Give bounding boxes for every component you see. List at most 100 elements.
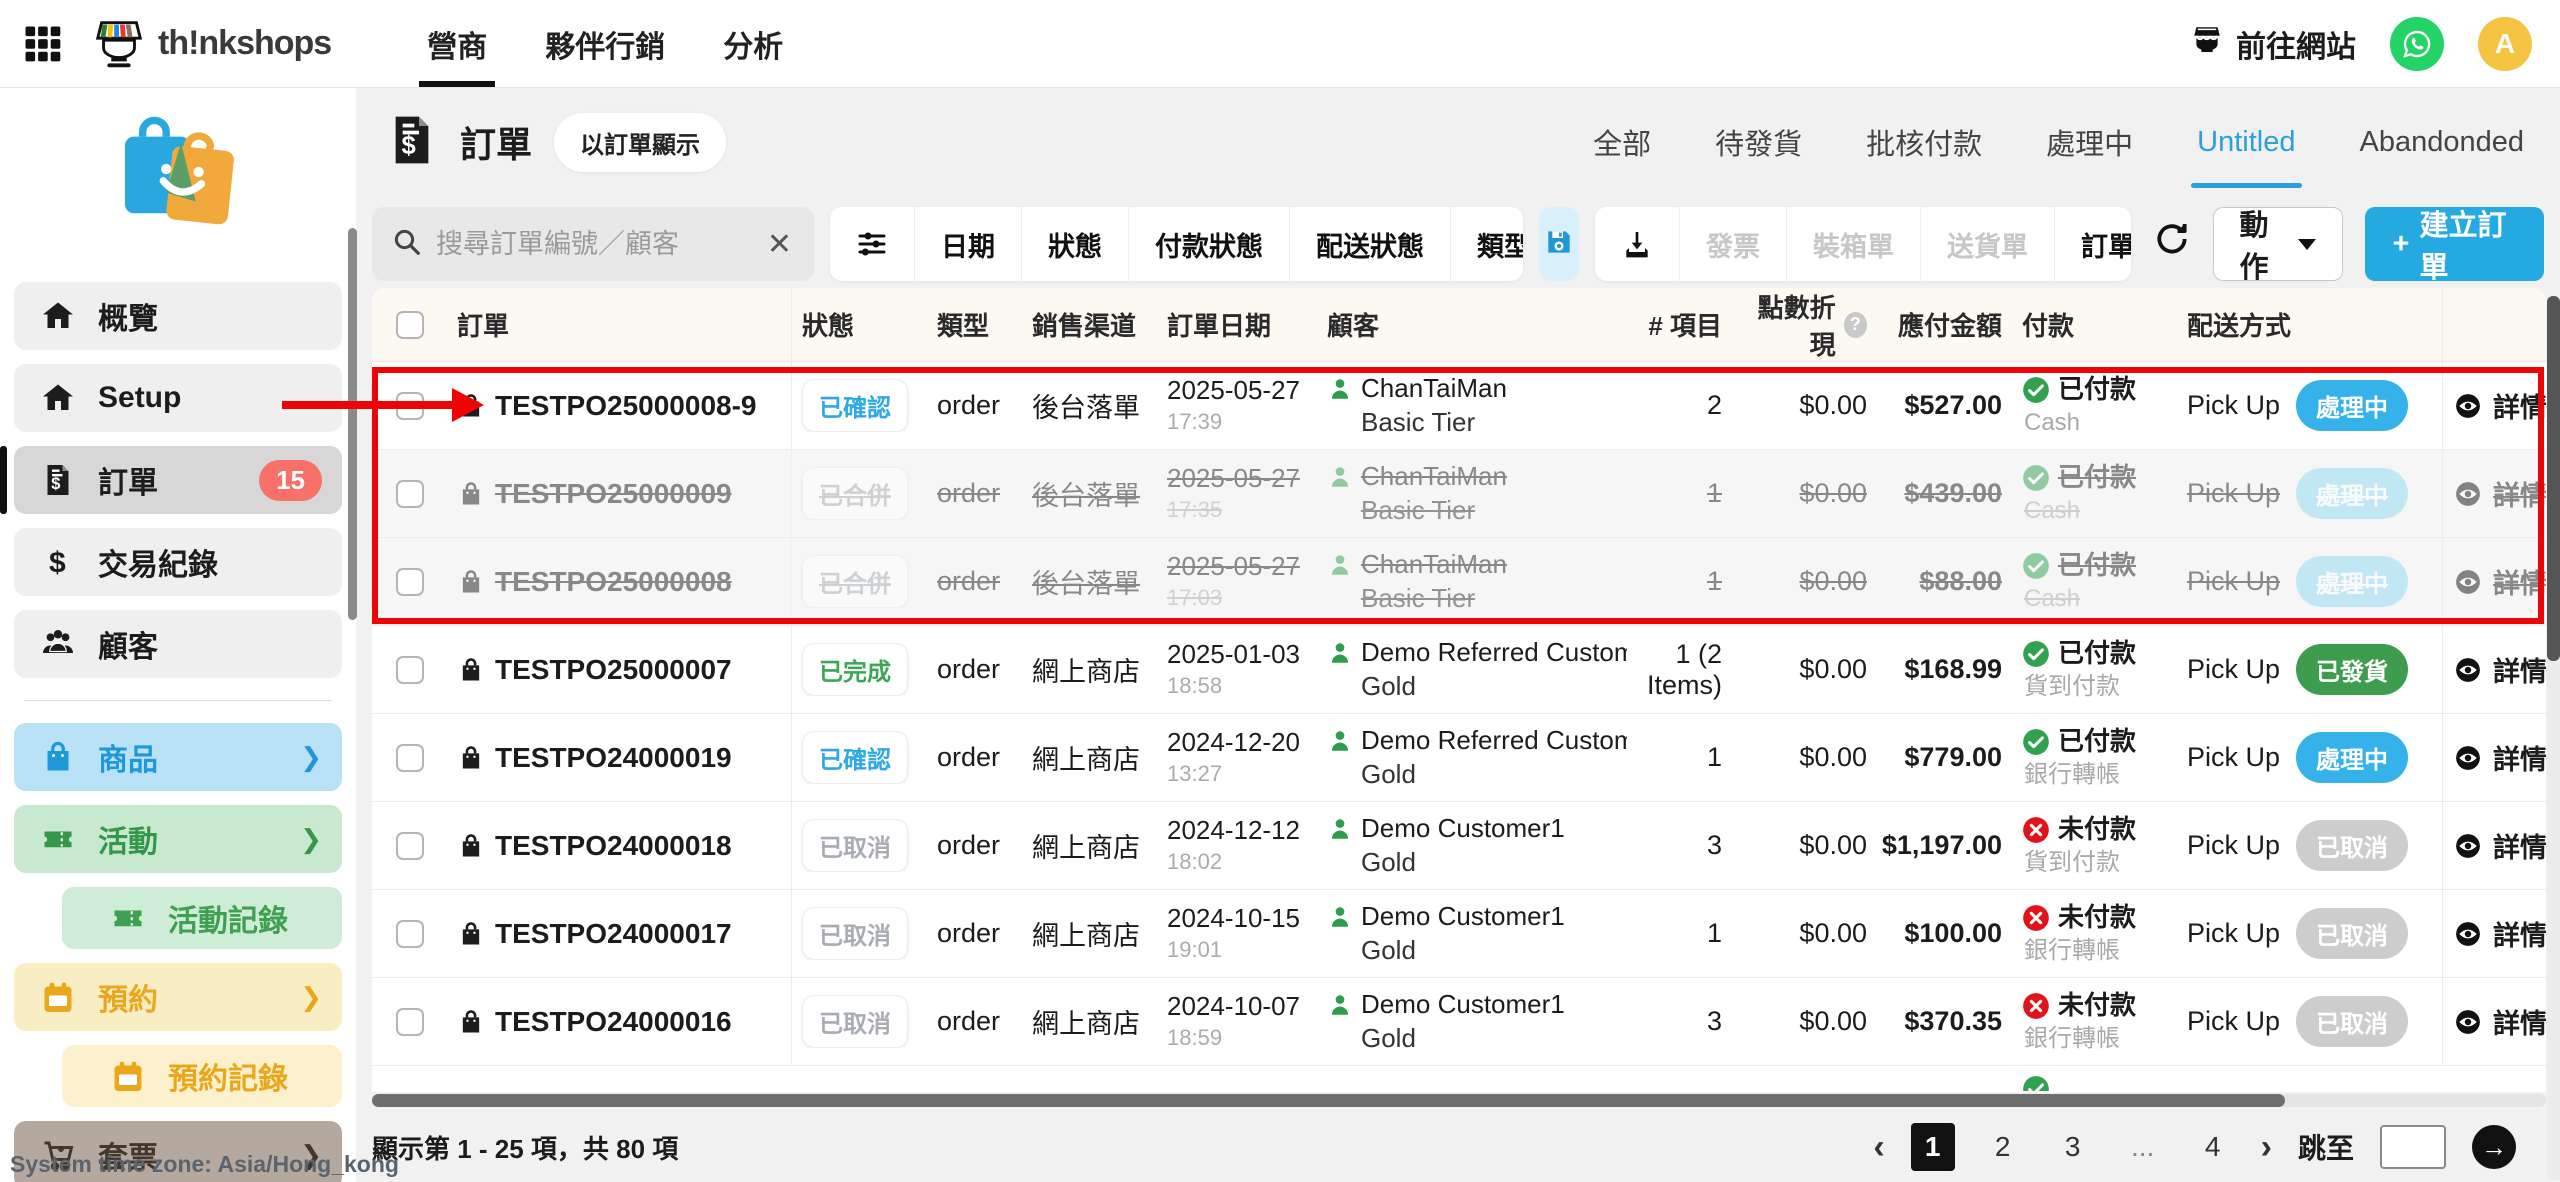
topnav-tab[interactable]: 營商	[427, 0, 487, 87]
next-page-button[interactable]: ›	[2261, 1128, 2272, 1167]
row-checkbox[interactable]	[396, 480, 424, 508]
bag-icon	[457, 656, 485, 684]
svg-text:$: $	[51, 475, 60, 493]
table-row[interactable]: TESTPO24000018 已取消 order 網上商店 2024-12-12…	[372, 802, 2546, 890]
bag-icon	[457, 832, 485, 860]
filter-sliders-button[interactable]	[830, 207, 915, 281]
apps-grid-icon[interactable]	[22, 23, 64, 65]
table-row[interactable]: TESTPO25000007 已完成 order 網上商店 2025-01-03…	[372, 626, 2546, 714]
save-view-button[interactable]	[1539, 207, 1579, 281]
topbar-left: th!nkshops	[0, 15, 331, 73]
table-row[interactable]: TESTPO24000017 已取消 order 網上商店 2024-10-15…	[372, 890, 2546, 978]
sidebar-item[interactable]: 概覽	[14, 282, 342, 350]
clear-search-button[interactable]: ✕	[765, 227, 794, 262]
details-button[interactable]: 詳情	[2453, 650, 2546, 689]
topnav-tab[interactable]: 分析	[723, 0, 783, 87]
row-checkbox[interactable]	[396, 656, 424, 684]
export-button[interactable]: 發票	[1680, 207, 1787, 281]
table-row[interactable]: TESTPO25000008-9 已確認 order 後台落單 2025-05-…	[372, 362, 2546, 450]
order-type: order	[937, 830, 1000, 861]
row-checkbox[interactable]	[396, 392, 424, 420]
sidebar-item[interactable]: 顧客	[14, 610, 342, 678]
topnav-tab[interactable]: 夥伴行銷	[545, 0, 665, 87]
row-checkbox[interactable]	[396, 920, 424, 948]
sidebar-scrollbar[interactable]	[348, 228, 357, 620]
status-badge: 已合併	[802, 555, 908, 608]
actions-dropdown-button[interactable]: 動作	[2213, 207, 2343, 281]
page-number-button[interactable]: 1	[1911, 1123, 1955, 1171]
payment-method: 銀行轉帳	[2022, 1023, 2120, 1054]
customer-name: Demo Referred Customer1	[1361, 636, 1627, 670]
export-button[interactable]: 裝箱單	[1787, 207, 1921, 281]
filter-chip[interactable]: 類型	[1451, 207, 1523, 281]
orders-table: 訂單狀態類型銷售渠道訂單日期顧客# 項目點數折現?應付金額付款配送方式 TEST…	[372, 288, 2546, 1092]
page-number-button[interactable]: 2	[1981, 1123, 2025, 1171]
row-checkbox[interactable]	[396, 1008, 424, 1036]
payment-status: 已付款	[2058, 549, 2136, 583]
payment-method: Cash	[2022, 407, 2080, 438]
order-tab[interactable]: 處理中	[2046, 88, 2133, 196]
item-count: 1 (2 Items)	[1637, 639, 1722, 701]
search-input[interactable]	[436, 229, 751, 260]
details-button[interactable]: 詳情	[2453, 474, 2546, 513]
toolbar: ✕ 日期狀態付款狀態配送狀態類型銷售渠道地點 ••• 發票裝箱單送貨單訂單資料 …	[356, 196, 2560, 292]
order-tab[interactable]: 待發貨	[1715, 88, 1802, 196]
jump-page-input[interactable]	[2380, 1125, 2446, 1169]
export-button[interactable]: 送貨單	[1921, 207, 2055, 281]
page-number-button[interactable]: 4	[2191, 1123, 2235, 1171]
sidebar-item[interactable]: Setup	[14, 364, 342, 432]
export-button[interactable]: 訂單資料	[2055, 207, 2130, 281]
details-button[interactable]: 詳情	[2453, 738, 2546, 777]
filter-chip[interactable]: 狀態	[1022, 207, 1129, 281]
brand[interactable]: th!nkshops	[90, 15, 331, 73]
order-tab[interactable]: 全部	[1593, 88, 1651, 196]
customer-name: ChanTaiMan	[1361, 548, 1507, 582]
row-checkbox[interactable]	[396, 832, 424, 860]
table-row[interactable]: TESTPO24000019 已確認 order 網上商店 2024-12-20…	[372, 714, 2546, 802]
item-count: 1	[1707, 478, 1722, 509]
row-checkbox[interactable]	[396, 744, 424, 772]
storefront-icon	[2190, 23, 2224, 65]
sidebar-item[interactable]: 商品❯	[14, 723, 342, 791]
avatar[interactable]: A	[2478, 17, 2532, 71]
sidebar-item[interactable]: 活動❯	[14, 805, 342, 873]
horizontal-scrollbar[interactable]	[372, 1094, 2546, 1107]
main-content: $ 訂單 以訂單顯示 全部待發貨批核付款處理中UntitledAbandonde…	[356, 88, 2560, 1182]
details-button[interactable]: 詳情	[2453, 1002, 2546, 1041]
details-button[interactable]: 詳情	[2453, 562, 2546, 601]
sidebar-item[interactable]: 預約❯	[14, 963, 342, 1031]
details-button[interactable]: 詳情	[2453, 914, 2546, 953]
order-type: order	[937, 390, 1000, 421]
filter-chip[interactable]: 付款狀態	[1129, 207, 1290, 281]
sidebar-item[interactable]: 活動記錄	[62, 887, 342, 949]
filter-chip[interactable]: 日期	[915, 207, 1022, 281]
select-all-checkbox[interactable]	[396, 311, 424, 339]
order-tab[interactable]: 批核付款	[1866, 88, 1982, 196]
sidebar-item[interactable]: 預約記錄	[62, 1045, 342, 1107]
order-tab[interactable]: Abandonded	[2360, 88, 2525, 196]
prev-page-button[interactable]: ‹	[1873, 1128, 1884, 1167]
column-header-actions	[2442, 288, 2546, 361]
page-number-button[interactable]: 3	[2051, 1123, 2095, 1171]
order-tab[interactable]: Untitled	[2197, 88, 2295, 196]
whatsapp-button[interactable]	[2390, 17, 2444, 71]
details-button[interactable]: 詳情	[2453, 386, 2546, 425]
view-toggle-button[interactable]: 以訂單顯示	[554, 113, 726, 172]
refresh-button[interactable]	[2153, 220, 2191, 268]
table-row[interactable]: TESTPO25000008 已合併 order 後台落單 2025-05-27…	[372, 538, 2546, 626]
sidebar-item[interactable]: $交易紀錄	[14, 528, 342, 596]
row-checkbox[interactable]	[396, 568, 424, 596]
sidebar-item[interactable]: $訂單15	[14, 446, 342, 514]
vertical-scrollbar[interactable]	[2547, 296, 2560, 1180]
download-button[interactable]	[1595, 207, 1680, 281]
column-header: 配送方式	[2177, 306, 2442, 343]
customer-name: Demo Customer1	[1361, 988, 1565, 1022]
create-order-button[interactable]: + 建立訂單	[2365, 207, 2544, 281]
details-button[interactable]: 詳情	[2453, 826, 2546, 865]
jump-go-button[interactable]: →	[2472, 1125, 2516, 1169]
filter-chip[interactable]: 配送狀態	[1290, 207, 1451, 281]
info-icon[interactable]: ?	[1844, 312, 1867, 338]
table-row[interactable]: TESTPO25000009 已合併 order 後台落單 2025-05-27…	[372, 450, 2546, 538]
table-row[interactable]: TESTPO24000016 已取消 order 網上商店 2024-10-07…	[372, 978, 2546, 1066]
visit-site-button[interactable]: 前往網站	[2190, 22, 2356, 66]
